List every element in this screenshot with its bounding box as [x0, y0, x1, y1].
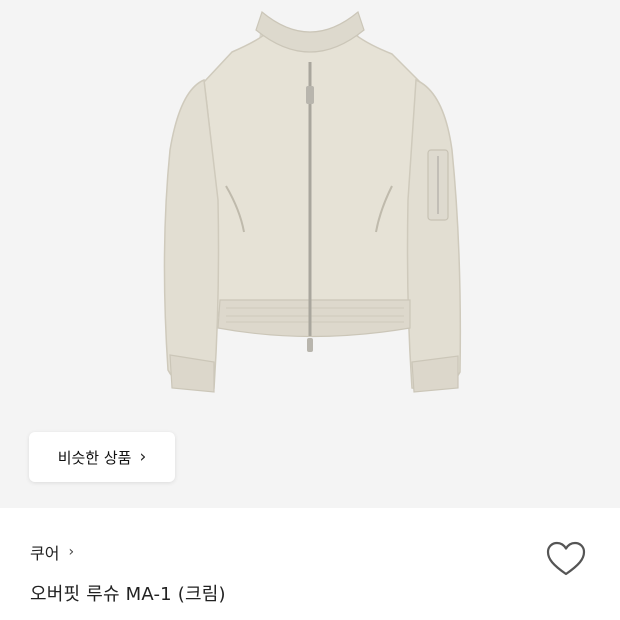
wishlist-button[interactable]: [545, 540, 587, 578]
heart-icon: [546, 541, 586, 576]
similar-products-label: 비슷한 상품: [57, 448, 132, 467]
chevron-right-icon: ›: [68, 544, 75, 560]
product-title: 오버핏 루슈 MA-1 (크림): [30, 584, 226, 605]
brand-name: 쿠어: [30, 544, 60, 563]
product-info: 쿠어 › 오버핏 루슈 MA-1 (크림): [30, 540, 590, 606]
chevron-right-icon: ›: [139, 446, 147, 467]
similar-products-button[interactable]: 비슷한 상품 ›: [29, 432, 175, 482]
brand-link[interactable]: 쿠어 ›: [30, 540, 590, 564]
